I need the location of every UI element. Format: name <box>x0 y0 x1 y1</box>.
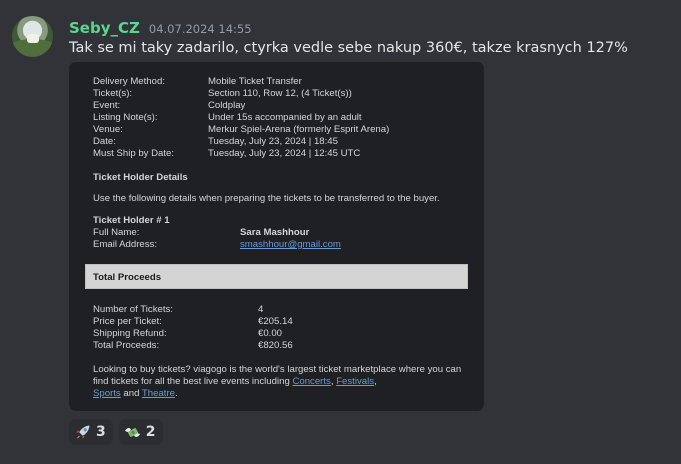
message-text: Tak se mi taky zadarilo, ctyrka vedle se… <box>69 40 628 56</box>
rocket-icon <box>74 424 91 441</box>
detail-row: Event: Coldplay <box>93 100 246 111</box>
footer-text: Looking to buy tickets? viagogo is the w… <box>93 364 462 399</box>
proceeds-row: Price per Ticket: €205.14 <box>93 316 293 327</box>
reaction-money-with-wings[interactable]: 2 <box>118 419 163 445</box>
theatre-link[interactable]: Theatre <box>142 388 175 399</box>
sports-link[interactable]: Sports <box>93 388 121 399</box>
reaction-count: 3 <box>96 424 106 440</box>
concerts-link[interactable]: Concerts <box>292 376 330 387</box>
holder-email-row: Email Address: smashhour@gmail.com <box>93 239 341 250</box>
detail-row: Delivery Method: Mobile Ticket Transfer <box>93 76 302 87</box>
avatar[interactable] <box>12 16 53 57</box>
reactions-bar: 3 2 <box>69 419 163 445</box>
proceeds-row: Total Proceeds: €820.56 <box>93 340 293 351</box>
timestamp[interactable]: 04.07.2024 14:55 <box>149 22 252 36</box>
email-embed: Delivery Method: Mobile Ticket Transfer T… <box>69 62 484 411</box>
avatar-figure <box>27 34 39 43</box>
reaction-count: 2 <box>145 424 156 440</box>
festivals-link[interactable]: Festivals <box>336 376 374 387</box>
detail-row: Venue: Merkur Spiel-Arena (formerly Espri… <box>93 124 390 135</box>
proceeds-row: Number of Tickets: 4 <box>93 304 264 315</box>
ticket-holder-heading: Ticket Holder Details <box>93 172 188 183</box>
username[interactable]: Seby_CZ <box>69 19 140 37</box>
detail-row: Ticket(s): Section 110, Row 12, (4 Ticket… <box>93 88 352 99</box>
detail-row: Listing Note(s): Under 15s accompanied by… <box>93 112 362 123</box>
holder-name-row: Full Name: Sara Mashhour <box>93 227 310 238</box>
reaction-rocket[interactable]: 3 <box>69 419 113 445</box>
money-with-wings-icon <box>124 424 141 441</box>
proceeds-row: Shipping Refund: €0.00 <box>93 328 283 339</box>
email-link[interactable]: smashhour@gmail.com <box>240 239 341 250</box>
message-header: Seby_CZ 04.07.2024 14:55 <box>69 19 252 37</box>
total-proceeds-heading: Total Proceeds <box>85 264 468 289</box>
ticket-holder-intro: Use the following details when preparing… <box>93 193 440 204</box>
detail-row: Must Ship by Date: Tuesday, July 23, 2024… <box>93 148 361 159</box>
ticket-holder-title: Ticket Holder # 1 <box>93 215 170 226</box>
detail-row: Date: Tuesday, July 23, 2024 | 18:45 <box>93 136 338 147</box>
